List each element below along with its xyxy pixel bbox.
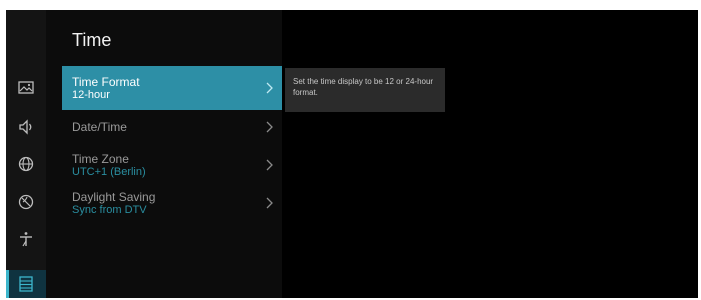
rail-item-picture[interactable] (6, 74, 46, 102)
menu-item-label: Time Format (72, 74, 140, 89)
menu-item-label: Daylight Saving (72, 189, 156, 204)
chevron-right-icon (266, 82, 273, 94)
rail-item-accessibility[interactable] (6, 225, 46, 253)
menu-item-time-zone[interactable]: Time Zone UTC+1 (Berlin) (62, 148, 282, 182)
menu-item-value: UTC+1 (Berlin) (72, 165, 146, 178)
menu-item-label: Date/Time (72, 120, 127, 134)
menu-item-label: Time Zone (72, 151, 129, 166)
settings-panel: Time Time Format 12-hour Date/Time Time … (46, 10, 282, 298)
tv-settings-screen: Time Time Format 12-hour Date/Time Time … (6, 10, 698, 298)
rail-item-network[interactable] (6, 150, 46, 178)
menu-item-time-format[interactable]: Time Format 12-hour (62, 66, 282, 110)
menu-item-date-time[interactable]: Date/Time (62, 114, 282, 140)
help-tooltip: Set the time display to be 12 or 24-hour… (285, 68, 445, 112)
antenna-icon (20, 232, 32, 247)
rail-item-system[interactable] (6, 270, 46, 298)
rail-item-sound[interactable] (6, 113, 46, 141)
sound-icon (19, 119, 32, 135)
chevron-right-icon (266, 159, 273, 171)
chevron-right-icon (266, 197, 273, 209)
rail-item-channels[interactable] (6, 188, 46, 216)
picture-icon (18, 81, 34, 94)
satellite-dish-icon (18, 194, 34, 210)
menu-item-value: 12-hour (72, 88, 110, 101)
category-rail (6, 10, 46, 298)
page-title: Time (72, 30, 112, 50)
globe-icon (18, 156, 34, 172)
menu-item-daylight-saving[interactable]: Daylight Saving Sync from DTV (62, 186, 282, 220)
menu-item-value: Sync from DTV (72, 203, 147, 216)
settings-list-icon (19, 276, 33, 292)
chevron-right-icon (266, 121, 273, 133)
